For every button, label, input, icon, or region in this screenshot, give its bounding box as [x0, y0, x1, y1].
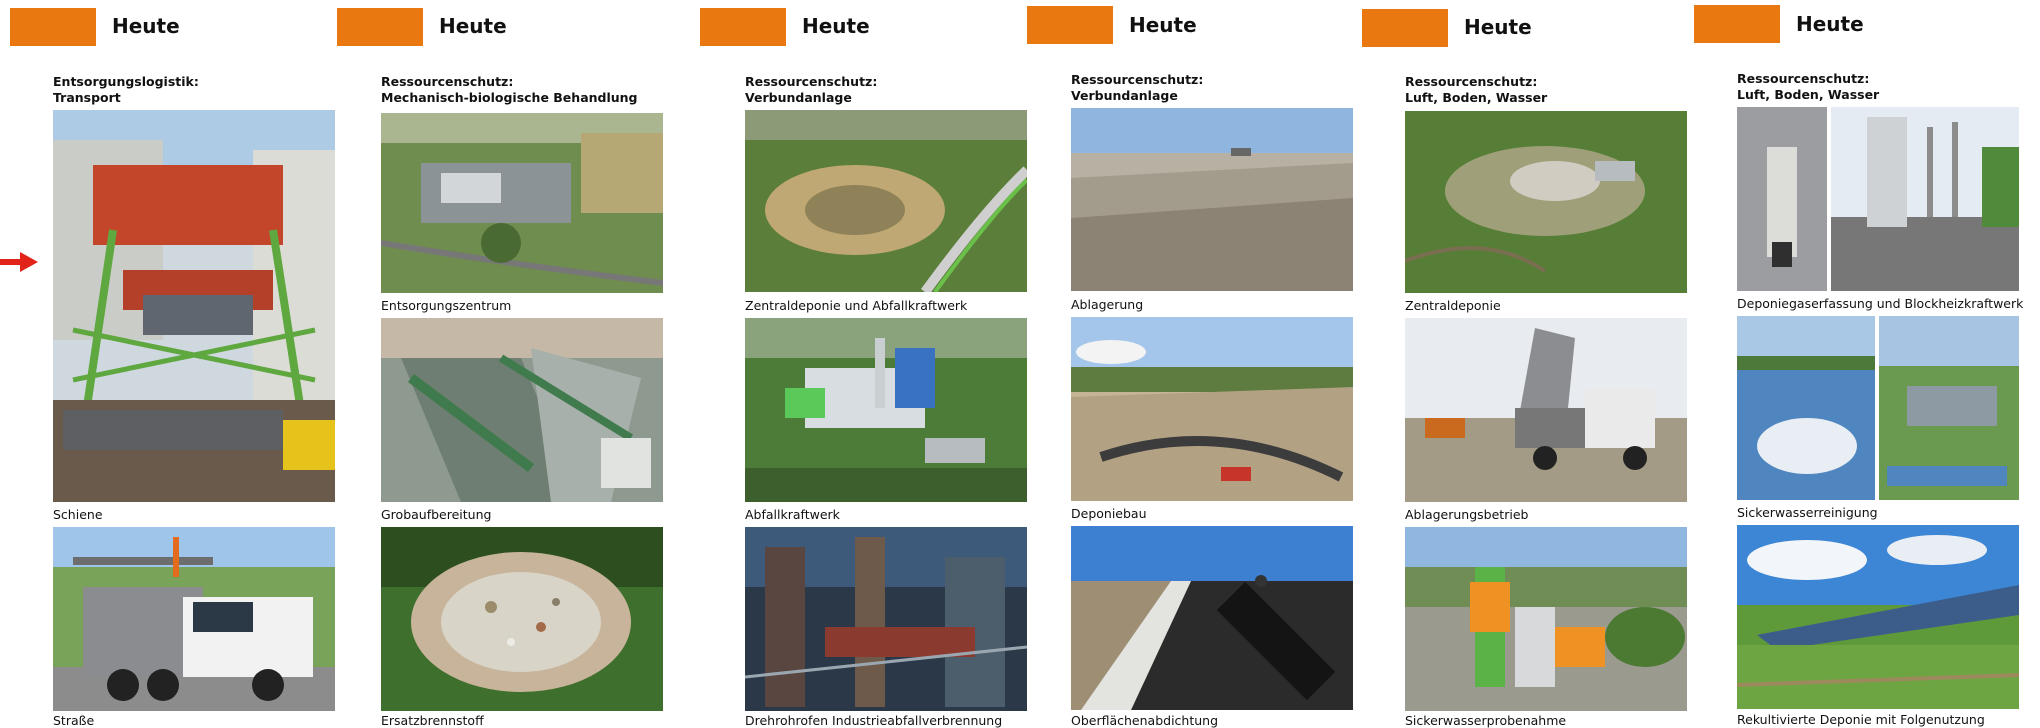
- photo-rotary-kiln: [745, 527, 1027, 711]
- panel-luft-boden-wasser-2: Heute Ressourcenschutz: Luft, Boden, Was…: [1694, 0, 2024, 727]
- caption: Grobaufbereitung: [381, 507, 492, 522]
- header-accent-box: [1362, 9, 1448, 47]
- caption: Deponiegaserfassung und Blockheizkraftwe…: [1737, 296, 2024, 311]
- photo-water-sampling: [1405, 527, 1687, 711]
- header-title: Heute: [1464, 15, 1532, 39]
- header-title: Heute: [1796, 12, 1864, 36]
- section-title-line: Verbundanlage: [1071, 88, 1178, 103]
- panel-luft-boden-wasser-1: Heute Ressourcenschutz: Luft, Boden, Was…: [1362, 0, 1692, 728]
- caption: Rekultivierte Deponie mit Folgenutzung: [1737, 712, 1985, 727]
- section-title: Ressourcenschutz: Verbundanlage: [1071, 72, 1356, 104]
- header-title: Heute: [1129, 13, 1197, 37]
- section-title-line: Luft, Boden, Wasser: [1737, 87, 1880, 102]
- section-title: Entsorgungslogistik: Transport: [53, 74, 338, 106]
- caption: Abfallkraftwerk: [745, 507, 840, 522]
- caption: Zentraldeponie und Abfallkraftwerk: [745, 298, 968, 313]
- photo-landfill-construction: [1071, 317, 1353, 501]
- section-title-line: Luft, Boden, Wasser: [1405, 90, 1548, 105]
- section-title: Ressourcenschutz: Verbundanlage: [745, 74, 1030, 106]
- header-accent-box: [337, 8, 423, 46]
- section-title-line: Entsorgungslogistik:: [53, 74, 199, 89]
- photo-deposit: [1071, 108, 1353, 291]
- photo-waste-plant: [745, 318, 1027, 502]
- photo-gas-collection: [1737, 107, 2019, 291]
- caption: Deponiebau: [1071, 506, 1147, 521]
- section-title-line: Transport: [53, 90, 121, 105]
- photo-central-landfill: [1405, 111, 1687, 293]
- photo-rail-crane: [53, 110, 335, 502]
- caption: Zentraldeponie: [1405, 298, 1501, 313]
- photo-hands-fuel: [381, 527, 663, 711]
- section-title-line: Verbundanlage: [745, 90, 852, 105]
- panel-verbundanlage-1: Heute Ressourcenschutz: Verbundanlage Ze…: [700, 0, 1030, 728]
- caption: Ablagerungsbetrieb: [1405, 507, 1529, 522]
- caption: Entsorgungszentrum: [381, 298, 512, 313]
- photo-landfill-aerial: [745, 110, 1027, 292]
- section-title: Ressourcenschutz: Mechanisch-biologische…: [381, 74, 666, 106]
- caption: Schiene: [53, 507, 103, 522]
- section-title: Ressourcenschutz: Luft, Boden, Wasser: [1405, 74, 1690, 106]
- header-title: Heute: [112, 14, 180, 38]
- header-accent-box: [1694, 5, 1780, 43]
- header-accent-box: [1027, 6, 1113, 44]
- section-title-line: Ressourcenschutz:: [1405, 74, 1538, 89]
- header-title: Heute: [439, 14, 507, 38]
- panel-transport: Heute Entsorgungslogistik: Transport Sch…: [10, 0, 340, 728]
- section-title-line: Ressourcenschutz:: [745, 74, 878, 89]
- section-title: Ressourcenschutz: Luft, Boden, Wasser: [1737, 71, 2022, 103]
- photo-surface-sealing: [1071, 526, 1353, 710]
- photo-conveyor-hall: [381, 318, 663, 502]
- header-title: Heute: [802, 14, 870, 38]
- photo-leachate-treatment: [1737, 316, 2019, 500]
- header-accent-box: [10, 8, 96, 46]
- caption: Sickerwasserreinigung: [1737, 505, 1878, 520]
- caption: Ablagerung: [1071, 297, 1144, 312]
- photo-recultivated-solar: [1737, 525, 2019, 709]
- photo-dump-truck: [1405, 318, 1687, 502]
- section-title-line: Ressourcenschutz:: [381, 74, 514, 89]
- panel-verbundanlage-2: Heute Ressourcenschutz: Verbundanlage Ab…: [1027, 0, 1357, 728]
- header-accent-box: [700, 8, 786, 46]
- photo-truck: [53, 527, 335, 711]
- photo-aerial-center: [381, 113, 663, 293]
- panel-mbt: Heute Ressourcenschutz: Mechanisch-biolo…: [337, 0, 667, 728]
- section-title-line: Ressourcenschutz:: [1737, 71, 1870, 86]
- section-title-line: Mechanisch-biologische Behandlung: [381, 90, 638, 105]
- section-title-line: Ressourcenschutz:: [1071, 72, 1204, 87]
